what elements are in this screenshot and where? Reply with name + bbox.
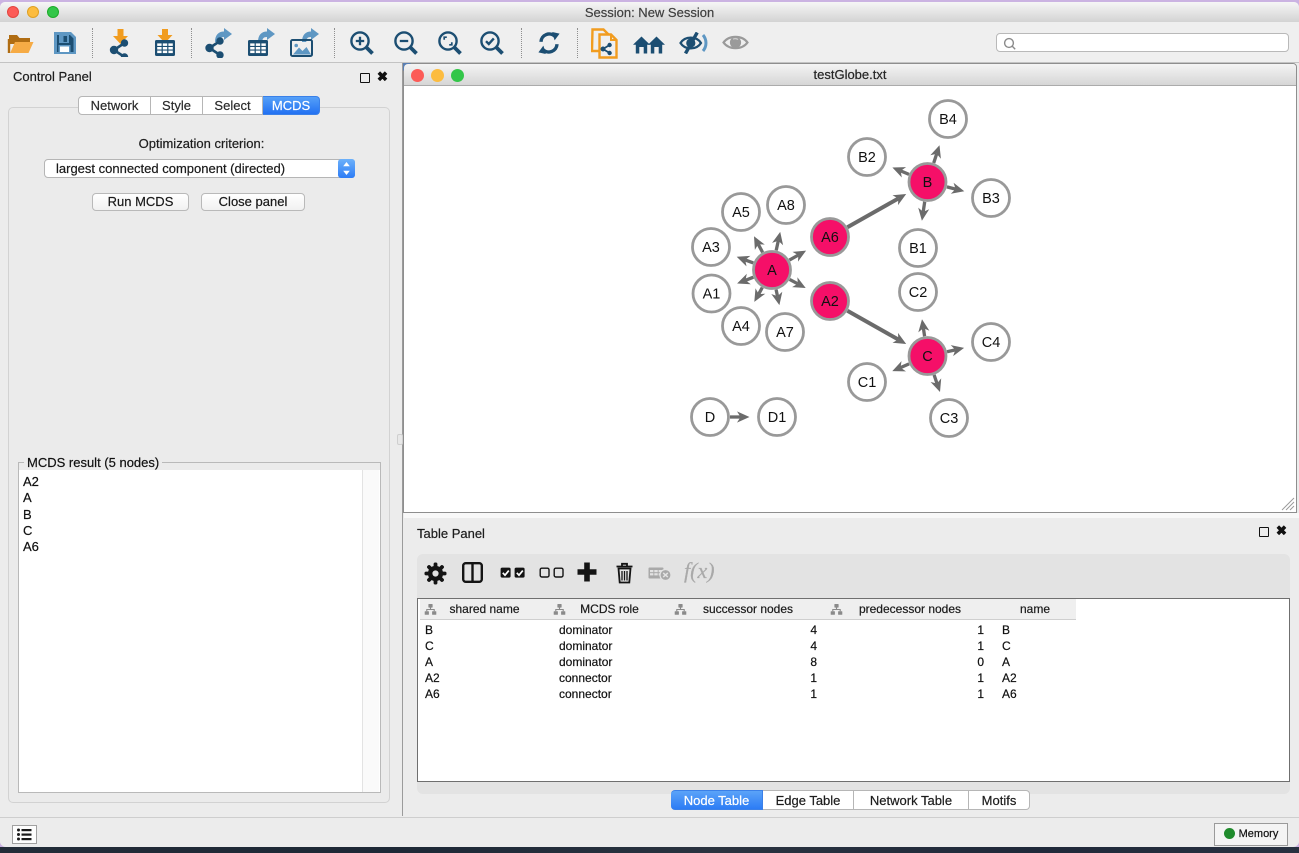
svg-text:B: B	[923, 175, 933, 191]
svg-text:A: A	[767, 263, 777, 279]
svg-text:A1: A1	[703, 286, 721, 302]
svg-text:B4: B4	[939, 112, 957, 128]
svg-text:C3: C3	[940, 411, 959, 427]
svg-text:A3: A3	[702, 240, 720, 256]
svg-text:A2: A2	[821, 294, 839, 310]
svg-text:A7: A7	[776, 325, 794, 341]
svg-text:B3: B3	[982, 191, 1000, 207]
svg-text:D: D	[705, 410, 715, 426]
svg-text:C: C	[922, 349, 932, 365]
svg-text:A4: A4	[732, 319, 750, 335]
svg-text:C2: C2	[909, 285, 928, 301]
svg-text:A5: A5	[732, 205, 750, 221]
svg-text:A8: A8	[777, 198, 795, 214]
svg-text:C1: C1	[858, 375, 877, 391]
svg-text:B2: B2	[858, 150, 876, 166]
svg-text:D1: D1	[768, 410, 787, 426]
svg-text:B1: B1	[909, 241, 927, 257]
svg-text:C4: C4	[982, 335, 1001, 351]
svg-text:A6: A6	[821, 230, 839, 246]
